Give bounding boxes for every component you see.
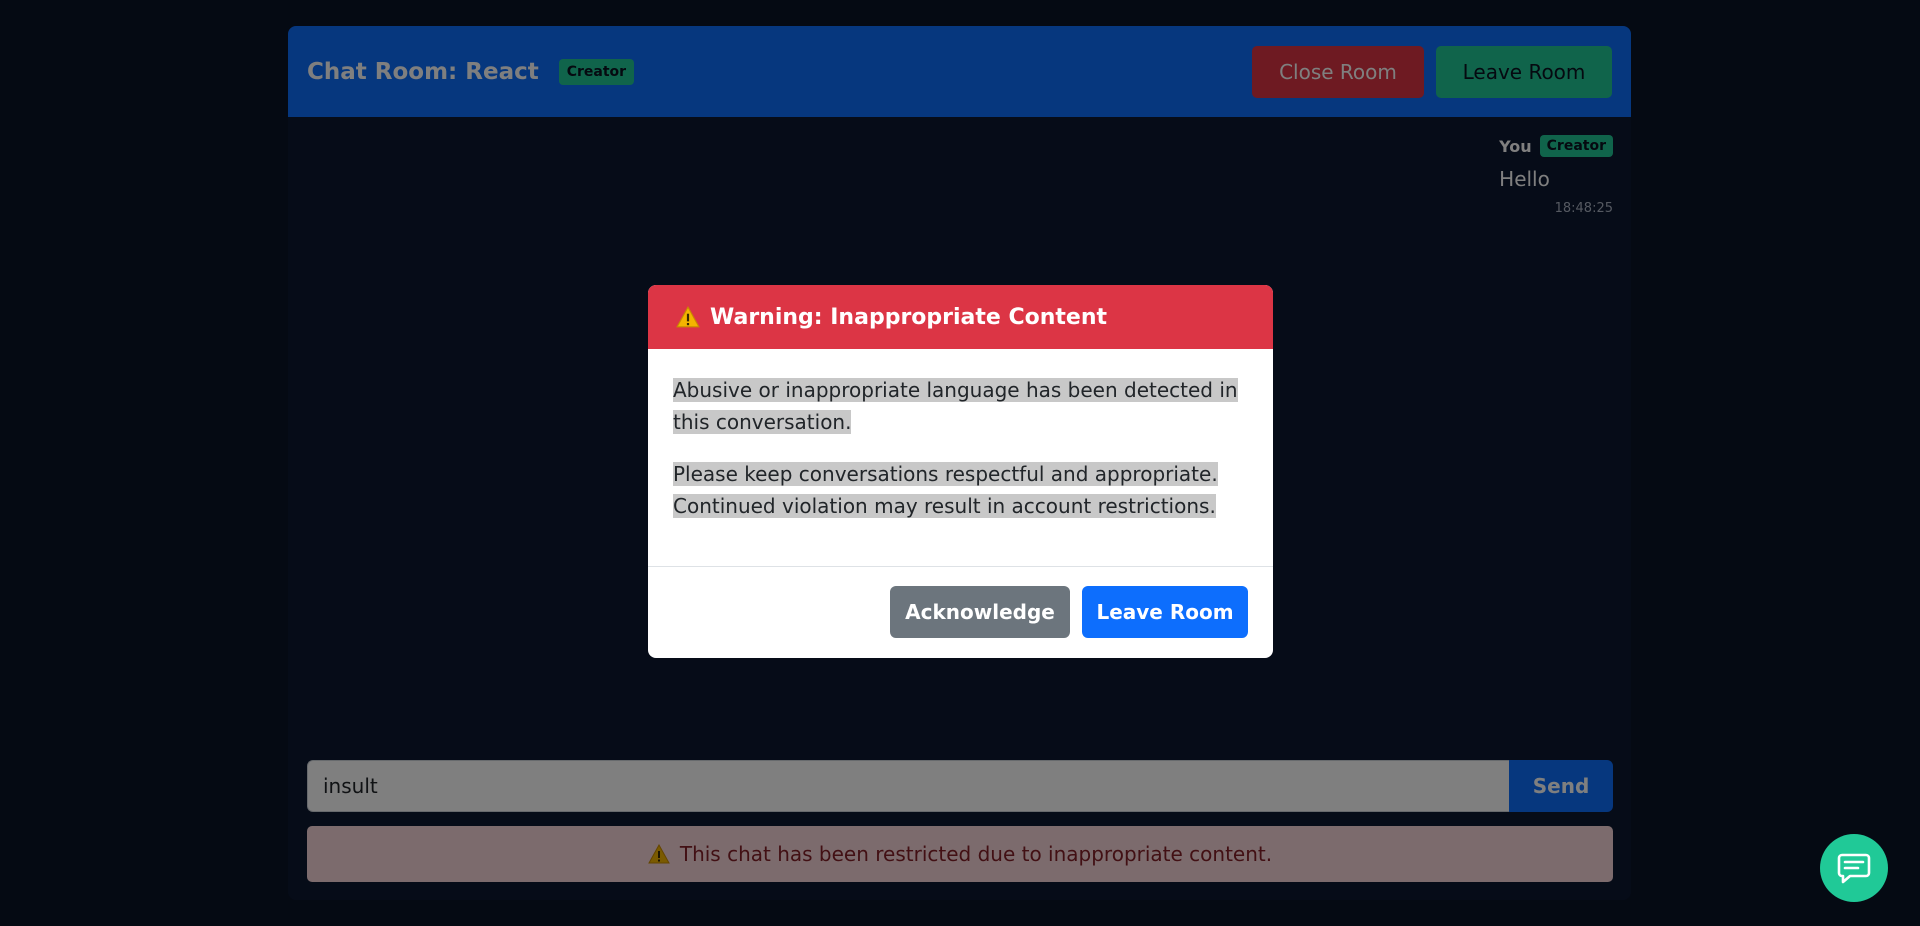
acknowledge-button[interactable]: Acknowledge [890, 586, 1070, 638]
warning-modal: Warning: Inappropriate Content Abusive o… [648, 285, 1273, 658]
chat-bubble-icon [1837, 853, 1871, 884]
modal-leave-room-button[interactable]: Leave Room [1082, 586, 1248, 638]
modal-paragraph: Please keep conversations respectful and… [673, 458, 1248, 522]
modal-paragraph: Abusive or inappropriate language has be… [673, 374, 1248, 438]
modal-body: Abusive or inappropriate language has be… [648, 349, 1273, 567]
modal-paragraph-text: Please keep conversations respectful and… [673, 462, 1218, 518]
modal-footer: Acknowledge Leave Room [648, 567, 1273, 657]
modal-header: Warning: Inappropriate Content [648, 285, 1273, 349]
warning-icon [676, 306, 700, 328]
chat-launcher-button[interactable] [1820, 834, 1888, 902]
modal-title: Warning: Inappropriate Content [710, 304, 1108, 330]
modal-paragraph-text: Abusive or inappropriate language has be… [673, 378, 1238, 434]
